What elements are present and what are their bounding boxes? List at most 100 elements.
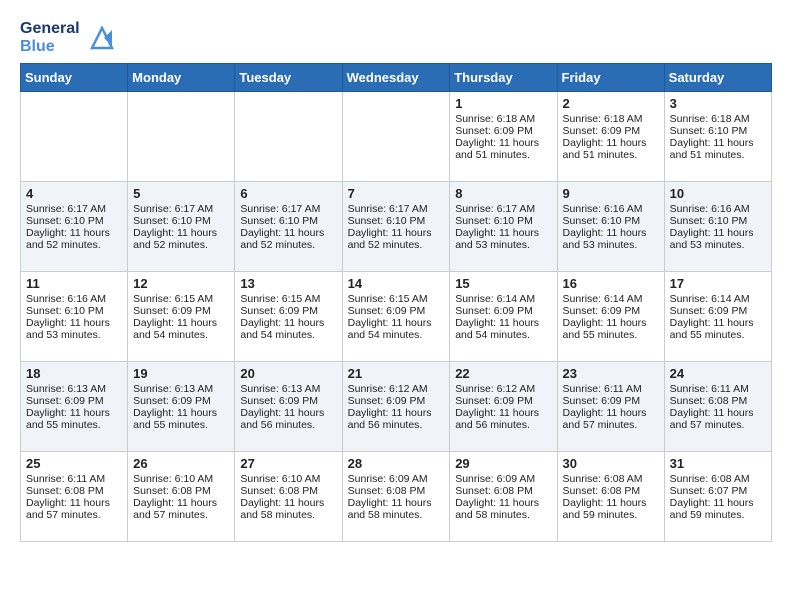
calendar-cell: 6Sunrise: 6:17 AMSunset: 6:10 PMDaylight… — [235, 182, 342, 272]
daylight: Daylight: 11 hours and 59 minutes. — [563, 497, 647, 521]
sunrise: Sunrise: 6:17 AM — [348, 203, 428, 215]
sunrise: Sunrise: 6:14 AM — [455, 293, 535, 305]
day-number: 18 — [26, 366, 122, 381]
calendar-cell: 11Sunrise: 6:16 AMSunset: 6:10 PMDayligh… — [21, 272, 128, 362]
calendar-cell: 30Sunrise: 6:08 AMSunset: 6:08 PMDayligh… — [557, 452, 664, 542]
sunset: Sunset: 6:10 PM — [26, 215, 104, 227]
calendar-cell: 2Sunrise: 6:18 AMSunset: 6:09 PMDaylight… — [557, 92, 664, 182]
calendar-cell: 24Sunrise: 6:11 AMSunset: 6:08 PMDayligh… — [664, 362, 771, 452]
calendar-cell — [342, 92, 450, 182]
daylight: Daylight: 11 hours and 51 minutes. — [670, 137, 754, 161]
sunrise: Sunrise: 6:14 AM — [563, 293, 643, 305]
sunrise: Sunrise: 6:17 AM — [240, 203, 320, 215]
day-number: 12 — [133, 276, 229, 291]
calendar-cell: 9 Sunrise: 6:16 AMSunset: 6:10 PMDaylight… — [557, 182, 664, 272]
day-number: 5 — [133, 186, 229, 201]
calendar-cell: 15Sunrise: 6:14 AMSunset: 6:09 PMDayligh… — [450, 272, 557, 362]
day-number: 15 — [455, 276, 551, 291]
sunset: Sunset: 6:09 PM — [26, 395, 104, 407]
day-number: 6 — [240, 186, 336, 201]
daylight: Daylight: 11 hours and 58 minutes. — [240, 497, 324, 521]
sunrise: Sunrise: 6:17 AM — [455, 203, 535, 215]
sunset: Sunset: 6:09 PM — [133, 395, 211, 407]
sunset: Sunset: 6:10 PM — [348, 215, 426, 227]
day-number: 22 — [455, 366, 551, 381]
sunset: Sunset: 6:09 PM — [348, 395, 426, 407]
daylight: Daylight: 11 hours and 56 minutes. — [348, 407, 432, 431]
calendar-cell: 10Sunrise: 6:16 AMSunset: 6:10 PMDayligh… — [664, 182, 771, 272]
sunrise: Sunrise: 6:09 AM — [455, 473, 535, 485]
calendar-cell: 12Sunrise: 6:15 AMSunset: 6:09 PMDayligh… — [128, 272, 235, 362]
day-number: 4 — [26, 186, 122, 201]
daylight: Daylight: 11 hours and 57 minutes. — [563, 407, 647, 431]
sunset: Sunset: 6:09 PM — [240, 305, 318, 317]
sunrise: Sunrise: 6:18 AM — [563, 113, 643, 125]
sunset: Sunset: 6:08 PM — [670, 395, 748, 407]
weekday-header-sunday: Sunday — [21, 64, 128, 92]
sunset: Sunset: 6:10 PM — [133, 215, 211, 227]
weekday-header-monday: Monday — [128, 64, 235, 92]
day-number: 14 — [348, 276, 445, 291]
sunrise: Sunrise: 6:15 AM — [240, 293, 320, 305]
sunrise: Sunrise: 6:18 AM — [455, 113, 535, 125]
daylight: Daylight: 11 hours and 58 minutes. — [348, 497, 432, 521]
day-number: 9 — [563, 186, 659, 201]
sunrise: Sunrise: 6:14 AM — [670, 293, 750, 305]
day-number: 24 — [670, 366, 766, 381]
day-number: 27 — [240, 456, 336, 471]
calendar-table: SundayMondayTuesdayWednesdayThursdayFrid… — [20, 63, 772, 542]
daylight: Daylight: 11 hours and 55 minutes. — [133, 407, 217, 431]
weekday-header-friday: Friday — [557, 64, 664, 92]
sunset: Sunset: 6:09 PM — [348, 305, 426, 317]
day-number: 21 — [348, 366, 445, 381]
day-number: 13 — [240, 276, 336, 291]
daylight: Daylight: 11 hours and 54 minutes. — [240, 317, 324, 341]
daylight: Daylight: 11 hours and 54 minutes. — [348, 317, 432, 341]
calendar-cell: 27Sunrise: 6:10 AMSunset: 6:08 PMDayligh… — [235, 452, 342, 542]
sunset: Sunset: 6:09 PM — [563, 125, 641, 137]
sunrise: Sunrise: 6:17 AM — [26, 203, 106, 215]
weekday-header-wednesday: Wednesday — [342, 64, 450, 92]
sunrise: Sunrise: 6:15 AM — [133, 293, 213, 305]
calendar-cell: 21Sunrise: 6:12 AMSunset: 6:09 PMDayligh… — [342, 362, 450, 452]
calendar-cell: 1Sunrise: 6:18 AMSunset: 6:09 PMDaylight… — [450, 92, 557, 182]
sunset: Sunset: 6:10 PM — [455, 215, 533, 227]
day-number: 3 — [670, 96, 766, 111]
daylight: Daylight: 11 hours and 53 minutes. — [563, 227, 647, 251]
day-number: 8 — [455, 186, 551, 201]
weekday-header-saturday: Saturday — [664, 64, 771, 92]
calendar-cell: 18Sunrise: 6:13 AMSunset: 6:09 PMDayligh… — [21, 362, 128, 452]
calendar-cell: 28Sunrise: 6:09 AMSunset: 6:08 PMDayligh… — [342, 452, 450, 542]
sunset: Sunset: 6:10 PM — [670, 125, 748, 137]
sunrise: Sunrise: 6:16 AM — [563, 203, 643, 215]
calendar-cell: 13 Sunrise: 6:15 AMSunset: 6:09 PMDayligh… — [235, 272, 342, 362]
daylight: Daylight: 11 hours and 51 minutes. — [455, 137, 539, 161]
day-number: 7 — [348, 186, 445, 201]
sunrise: Sunrise: 6:10 AM — [240, 473, 320, 485]
daylight: Daylight: 11 hours and 56 minutes. — [455, 407, 539, 431]
daylight: Daylight: 11 hours and 54 minutes. — [133, 317, 217, 341]
sunset: Sunset: 6:09 PM — [670, 305, 748, 317]
daylight: Daylight: 11 hours and 52 minutes. — [26, 227, 110, 251]
sunrise: Sunrise: 6:08 AM — [670, 473, 750, 485]
sunrise: Sunrise: 6:11 AM — [670, 383, 749, 395]
sunset: Sunset: 6:08 PM — [348, 485, 426, 497]
daylight: Daylight: 11 hours and 59 minutes. — [670, 497, 754, 521]
daylight: Daylight: 11 hours and 53 minutes. — [455, 227, 539, 251]
daylight: Daylight: 11 hours and 53 minutes. — [26, 317, 110, 341]
calendar-cell: 3 Sunrise: 6:18 AMSunset: 6:10 PMDaylight… — [664, 92, 771, 182]
calendar-cell: 8 Sunrise: 6:17 AMSunset: 6:10 PMDaylight… — [450, 182, 557, 272]
calendar-cell — [235, 92, 342, 182]
sunset: Sunset: 6:07 PM — [670, 485, 748, 497]
day-number: 25 — [26, 456, 122, 471]
sunrise: Sunrise: 6:18 AM — [670, 113, 750, 125]
sunset: Sunset: 6:09 PM — [455, 395, 533, 407]
sunset: Sunset: 6:10 PM — [563, 215, 641, 227]
calendar-cell: 14Sunrise: 6:15 AMSunset: 6:09 PMDayligh… — [342, 272, 450, 362]
day-number: 2 — [563, 96, 659, 111]
calendar-cell: 20Sunrise: 6:13 AMSunset: 6:09 PMDayligh… — [235, 362, 342, 452]
daylight: Daylight: 11 hours and 56 minutes. — [240, 407, 324, 431]
calendar-cell: 22Sunrise: 6:12 AMSunset: 6:09 PMDayligh… — [450, 362, 557, 452]
sunset: Sunset: 6:08 PM — [133, 485, 211, 497]
daylight: Daylight: 11 hours and 54 minutes. — [455, 317, 539, 341]
